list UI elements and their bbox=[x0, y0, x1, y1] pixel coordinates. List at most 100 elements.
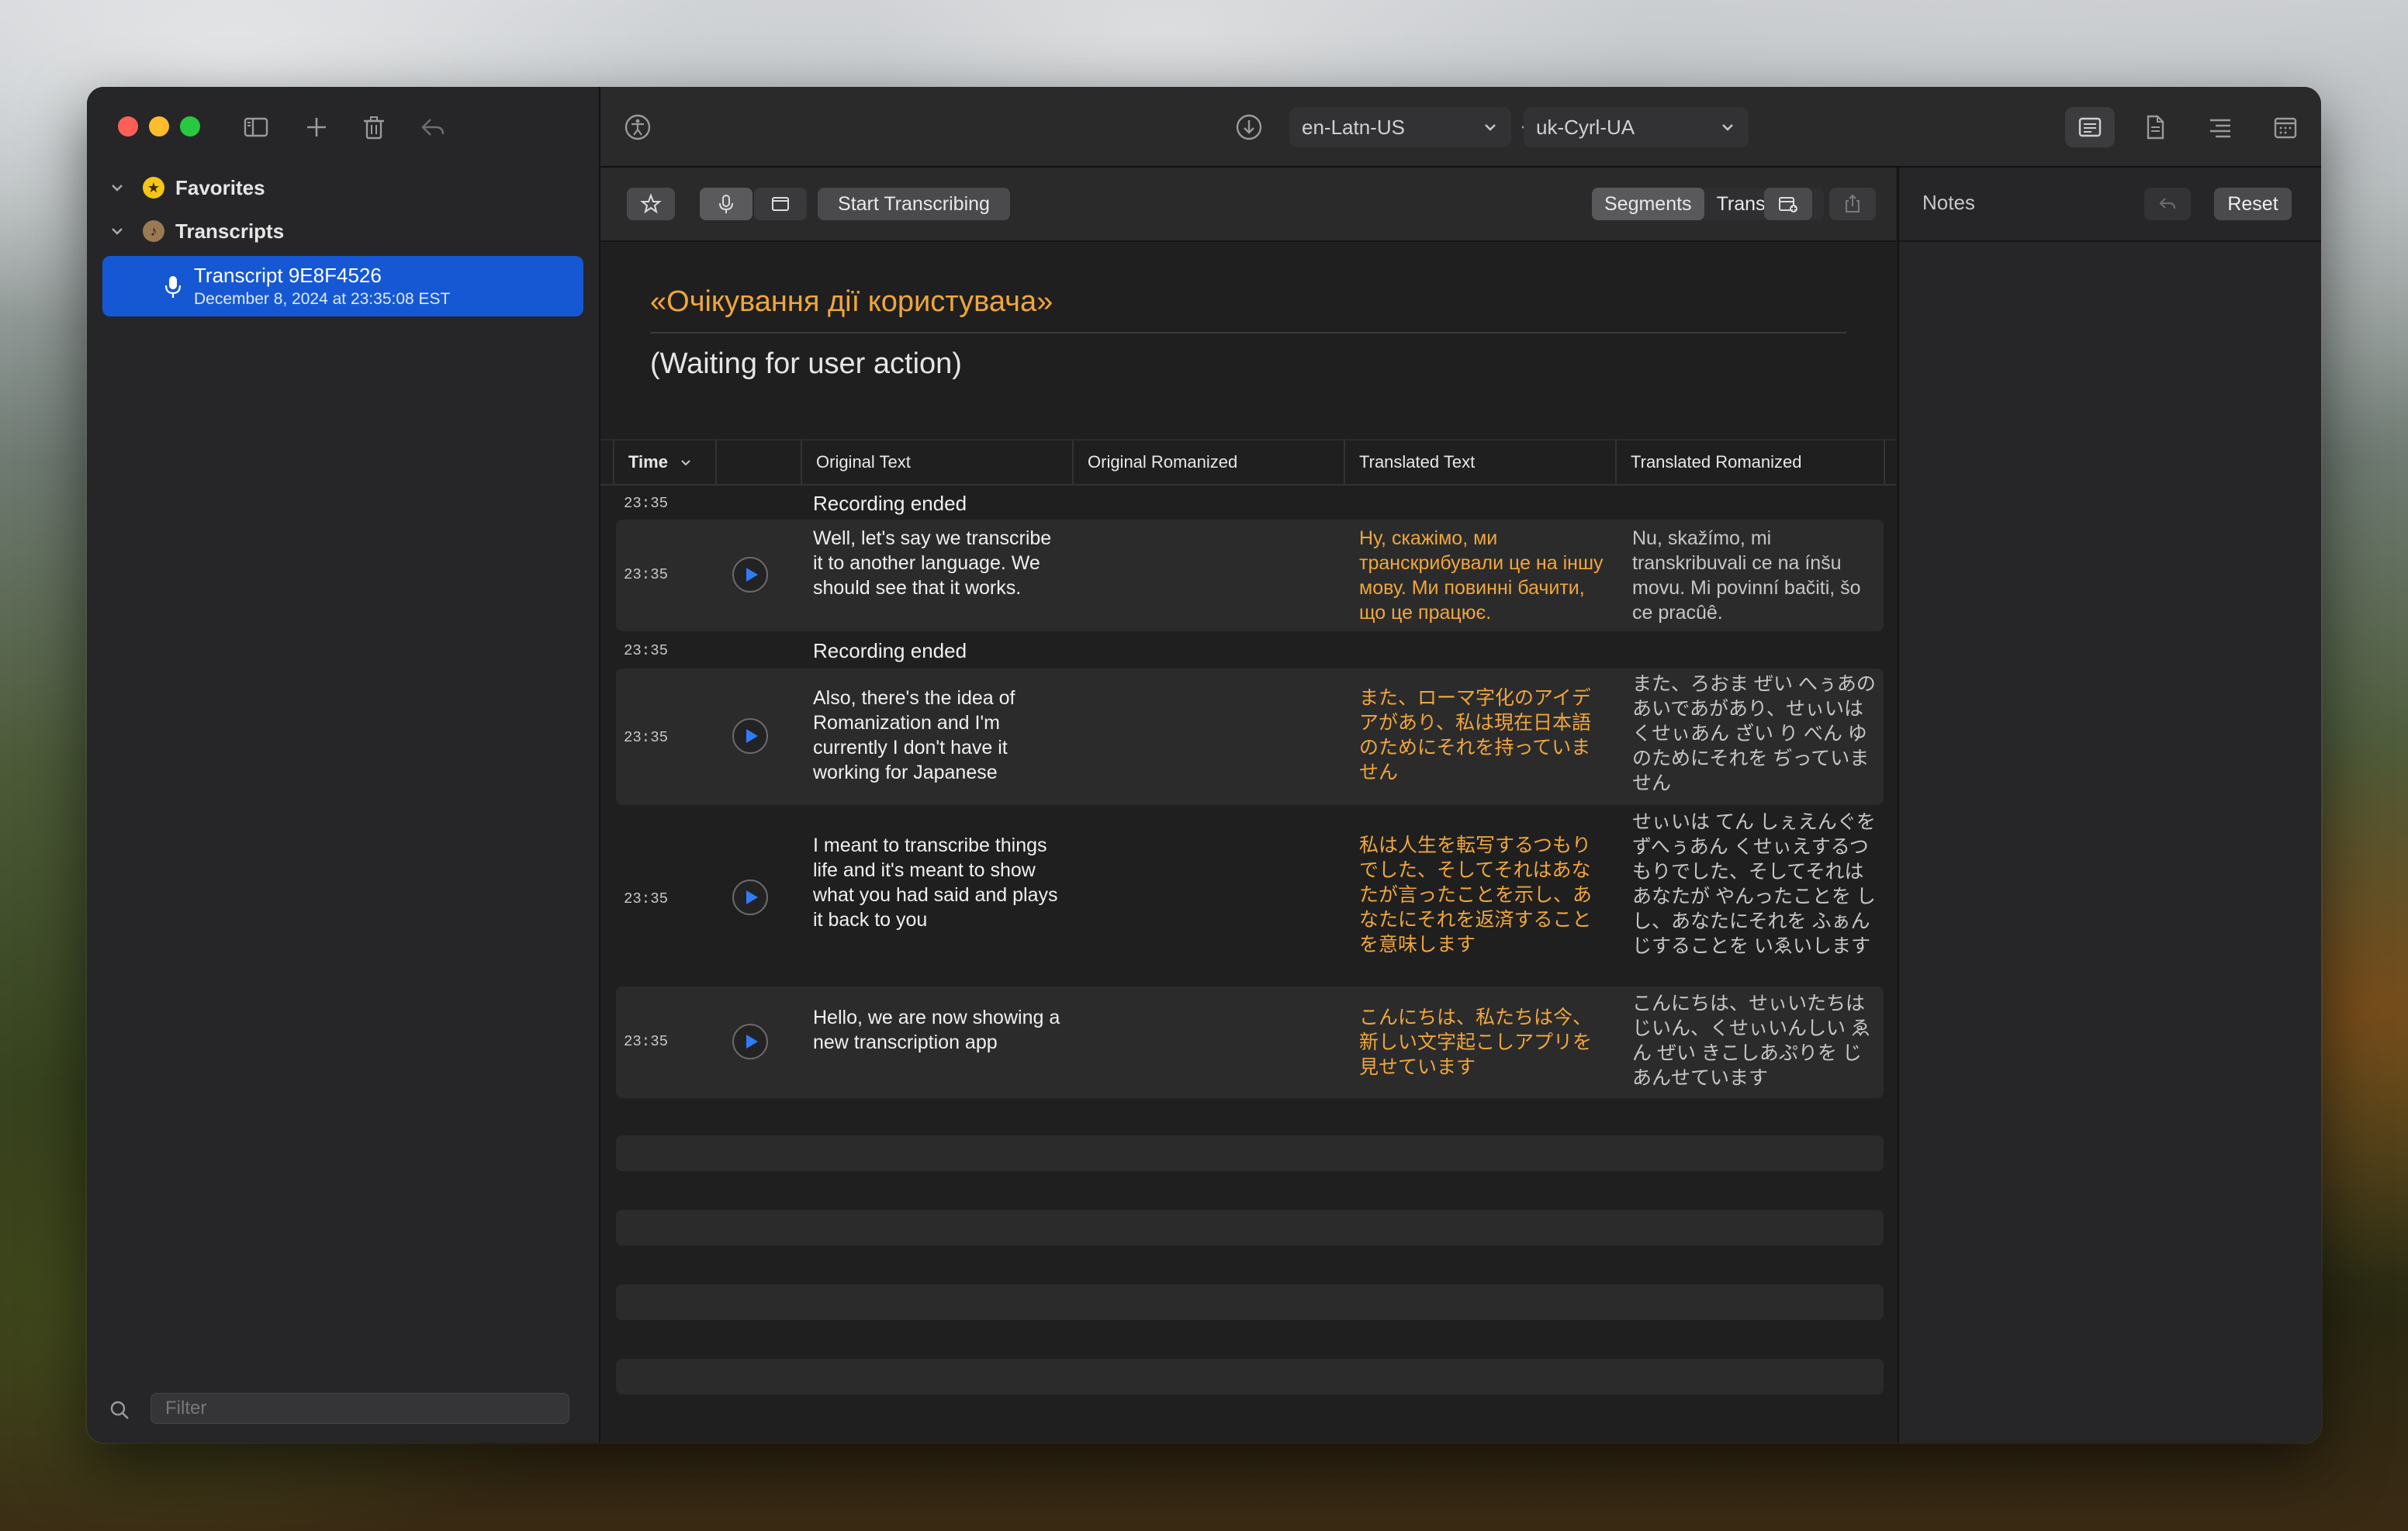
column-header-translated-text[interactable]: Translated Text bbox=[1344, 441, 1615, 484]
play-button[interactable] bbox=[732, 718, 768, 754]
microphone-button[interactable] bbox=[700, 188, 752, 220]
live-translated-text: «Очікування дії користувача» bbox=[650, 285, 1054, 318]
add-icon[interactable] bbox=[299, 110, 334, 144]
notes-header: Notes Reset bbox=[1899, 168, 2321, 242]
play-icon bbox=[746, 729, 758, 743]
table-row[interactable]: 23:35 Also, there's the idea of Romaniza… bbox=[616, 669, 1884, 805]
empty-table-row bbox=[616, 1359, 1884, 1394]
search-icon bbox=[110, 1401, 129, 1419]
table-row[interactable]: 23:35 I meant to transcribe things life … bbox=[616, 808, 1884, 983]
sidebar-item-transcript[interactable]: Transcript 9E8F4526 December 8, 2024 at … bbox=[102, 256, 583, 316]
live-original-text: (Waiting for user action) bbox=[650, 347, 962, 380]
table-row[interactable]: 23:35 Well, let's say we transcribe it t… bbox=[616, 520, 1884, 631]
zoom-window-button[interactable] bbox=[180, 116, 200, 137]
sidebar-section-label: Favorites bbox=[175, 175, 265, 199]
row-translated-text: Ну, скажімо, ми транскрибували це на інш… bbox=[1359, 527, 1604, 624]
row-translated-text: また、ローマ字化のアイデアがあり、私は現在日本語のためにそれを持っていません bbox=[1359, 687, 1592, 783]
play-button[interactable] bbox=[732, 880, 768, 915]
calendar-icon[interactable] bbox=[2261, 107, 2310, 147]
play-button[interactable] bbox=[732, 557, 768, 593]
row-translated-romanized: こんにちは、せぃいたちは じいん、くせぃいんしい ゑん ぜい きこしあぷりを じ… bbox=[1632, 993, 1870, 1089]
minimize-window-button[interactable] bbox=[149, 116, 169, 137]
chevron-down-icon[interactable] bbox=[106, 219, 129, 243]
chevron-down-icon bbox=[681, 460, 690, 466]
accessibility-icon[interactable] bbox=[622, 112, 653, 143]
column-header-original-text[interactable]: Original Text bbox=[801, 441, 1072, 484]
main-pane: Start Transcribing Segments Transcripts … bbox=[600, 168, 1896, 1443]
calendar-add-icon bbox=[1779, 197, 1797, 213]
favorite-star-button[interactable] bbox=[627, 188, 675, 220]
play-button[interactable] bbox=[732, 1024, 768, 1059]
row-time: 23:35 bbox=[624, 729, 669, 746]
empty-table-row bbox=[616, 1210, 1884, 1246]
table-header: Time Original Text Original Romanized Tr… bbox=[600, 441, 1896, 486]
column-header-original-romanized[interactable]: Original Romanized bbox=[1072, 441, 1344, 484]
row-translated-romanized: せぃいは てん しぇえんぐを ずへぅあん くせぃえするつもりでした、そしてそれは… bbox=[1632, 811, 1876, 957]
chevron-down-icon bbox=[1722, 124, 1733, 131]
column-header-translated-romanized[interactable]: Translated Romanized bbox=[1615, 441, 1885, 484]
filter-input[interactable] bbox=[150, 1393, 569, 1424]
share-icon bbox=[1846, 194, 1860, 213]
row-time: 23:35 bbox=[624, 495, 669, 512]
top-toolbar: en-Latn-US uk-Cyrl-UA bbox=[600, 87, 2321, 168]
row-original-text: Well, let's say we transcribe it to anot… bbox=[813, 527, 1052, 599]
row-translated-text: こんにちは、私たちは今、新しい文字起こしアプリを見せています bbox=[1359, 1007, 1593, 1078]
notes-editor[interactable] bbox=[1899, 242, 2321, 1443]
window-capture-button[interactable] bbox=[754, 188, 807, 220]
window-icon bbox=[772, 197, 789, 211]
table-row[interactable]: 23:35 Recording ended bbox=[616, 631, 1884, 669]
sidebar: ★ Favorites ♪ Transcripts Transcript 9E8… bbox=[87, 87, 600, 1443]
sidebar-section-transcripts[interactable]: ♪ Transcripts bbox=[106, 213, 284, 250]
play-icon bbox=[746, 568, 758, 582]
microphone-icon bbox=[164, 276, 182, 298]
transcript-view-icon[interactable] bbox=[2065, 107, 2115, 147]
row-original-text: I meant to transcribe things life and it… bbox=[813, 835, 1058, 931]
reply-icon[interactable] bbox=[416, 110, 450, 144]
app-window: ★ Favorites ♪ Transcripts Transcript 9E8… bbox=[87, 87, 2321, 1443]
chevron-down-icon[interactable] bbox=[106, 176, 129, 199]
segments-tab[interactable]: Segments bbox=[1592, 188, 1704, 220]
transcript-title: Transcript 9E8F4526 bbox=[194, 264, 382, 287]
row-event: Recording ended bbox=[813, 639, 967, 662]
start-transcribing-button[interactable]: Start Transcribing bbox=[818, 188, 1010, 220]
play-icon bbox=[746, 1035, 758, 1049]
column-header-time[interactable]: Time bbox=[613, 441, 715, 484]
chevron-down-icon bbox=[1485, 124, 1496, 131]
row-time: 23:35 bbox=[624, 642, 669, 659]
target-language-select[interactable]: uk-Cyrl-UA bbox=[1524, 107, 1749, 147]
trash-icon[interactable] bbox=[357, 110, 391, 144]
table-row[interactable]: 23:35 Recording ended bbox=[616, 486, 1884, 520]
transcript-date: December 8, 2024 at 23:35:08 EST bbox=[194, 290, 451, 308]
download-icon[interactable] bbox=[1233, 112, 1265, 143]
microphone-icon bbox=[719, 195, 733, 213]
row-time: 23:35 bbox=[624, 890, 669, 907]
star-icon: ★ bbox=[143, 177, 164, 199]
undo-button[interactable] bbox=[2144, 188, 2191, 220]
row-time: 23:35 bbox=[624, 1033, 669, 1050]
row-translated-romanized: Nu, skažímo, mi transkribuvali ce na ínš… bbox=[1632, 527, 1861, 624]
list-icon[interactable] bbox=[2195, 107, 2245, 147]
add-calendar-button[interactable] bbox=[1764, 188, 1812, 220]
toggle-sidebar-icon[interactable] bbox=[239, 110, 273, 144]
close-window-button[interactable] bbox=[118, 116, 138, 137]
star-icon bbox=[640, 193, 662, 214]
play-icon bbox=[746, 890, 758, 904]
source-language-select[interactable]: en-Latn-US bbox=[1289, 107, 1511, 147]
reset-button[interactable]: Reset bbox=[2214, 188, 2292, 220]
live-caption-header: «Очікування дії користувача» (Waiting fo… bbox=[600, 242, 1896, 441]
column-header-play[interactable] bbox=[715, 441, 801, 484]
row-event: Recording ended bbox=[813, 492, 967, 515]
sidebar-section-label: Transcripts bbox=[175, 219, 285, 243]
target-language-label: uk-Cyrl-UA bbox=[1536, 115, 1635, 139]
notes-pane: Notes Reset bbox=[1898, 168, 2321, 1443]
source-language-label: en-Latn-US bbox=[1302, 115, 1405, 139]
row-original-text: Hello, we are now showing a new transcri… bbox=[813, 1007, 1060, 1053]
empty-table-row bbox=[616, 1284, 1884, 1320]
table-row[interactable]: 23:35 Hello, we are now showing a new tr… bbox=[616, 987, 1884, 1098]
document-icon[interactable] bbox=[2130, 107, 2180, 147]
row-translated-romanized: また、ろおま ぜい へぅあのあいであがあり、せぃいは くせぃあん ざい り べん… bbox=[1632, 673, 1876, 794]
share-button[interactable] bbox=[1829, 188, 1876, 220]
sidebar-section-favorites[interactable]: ★ Favorites bbox=[106, 169, 265, 206]
undo-icon bbox=[2159, 198, 2176, 209]
column-label: Time bbox=[628, 452, 668, 472]
